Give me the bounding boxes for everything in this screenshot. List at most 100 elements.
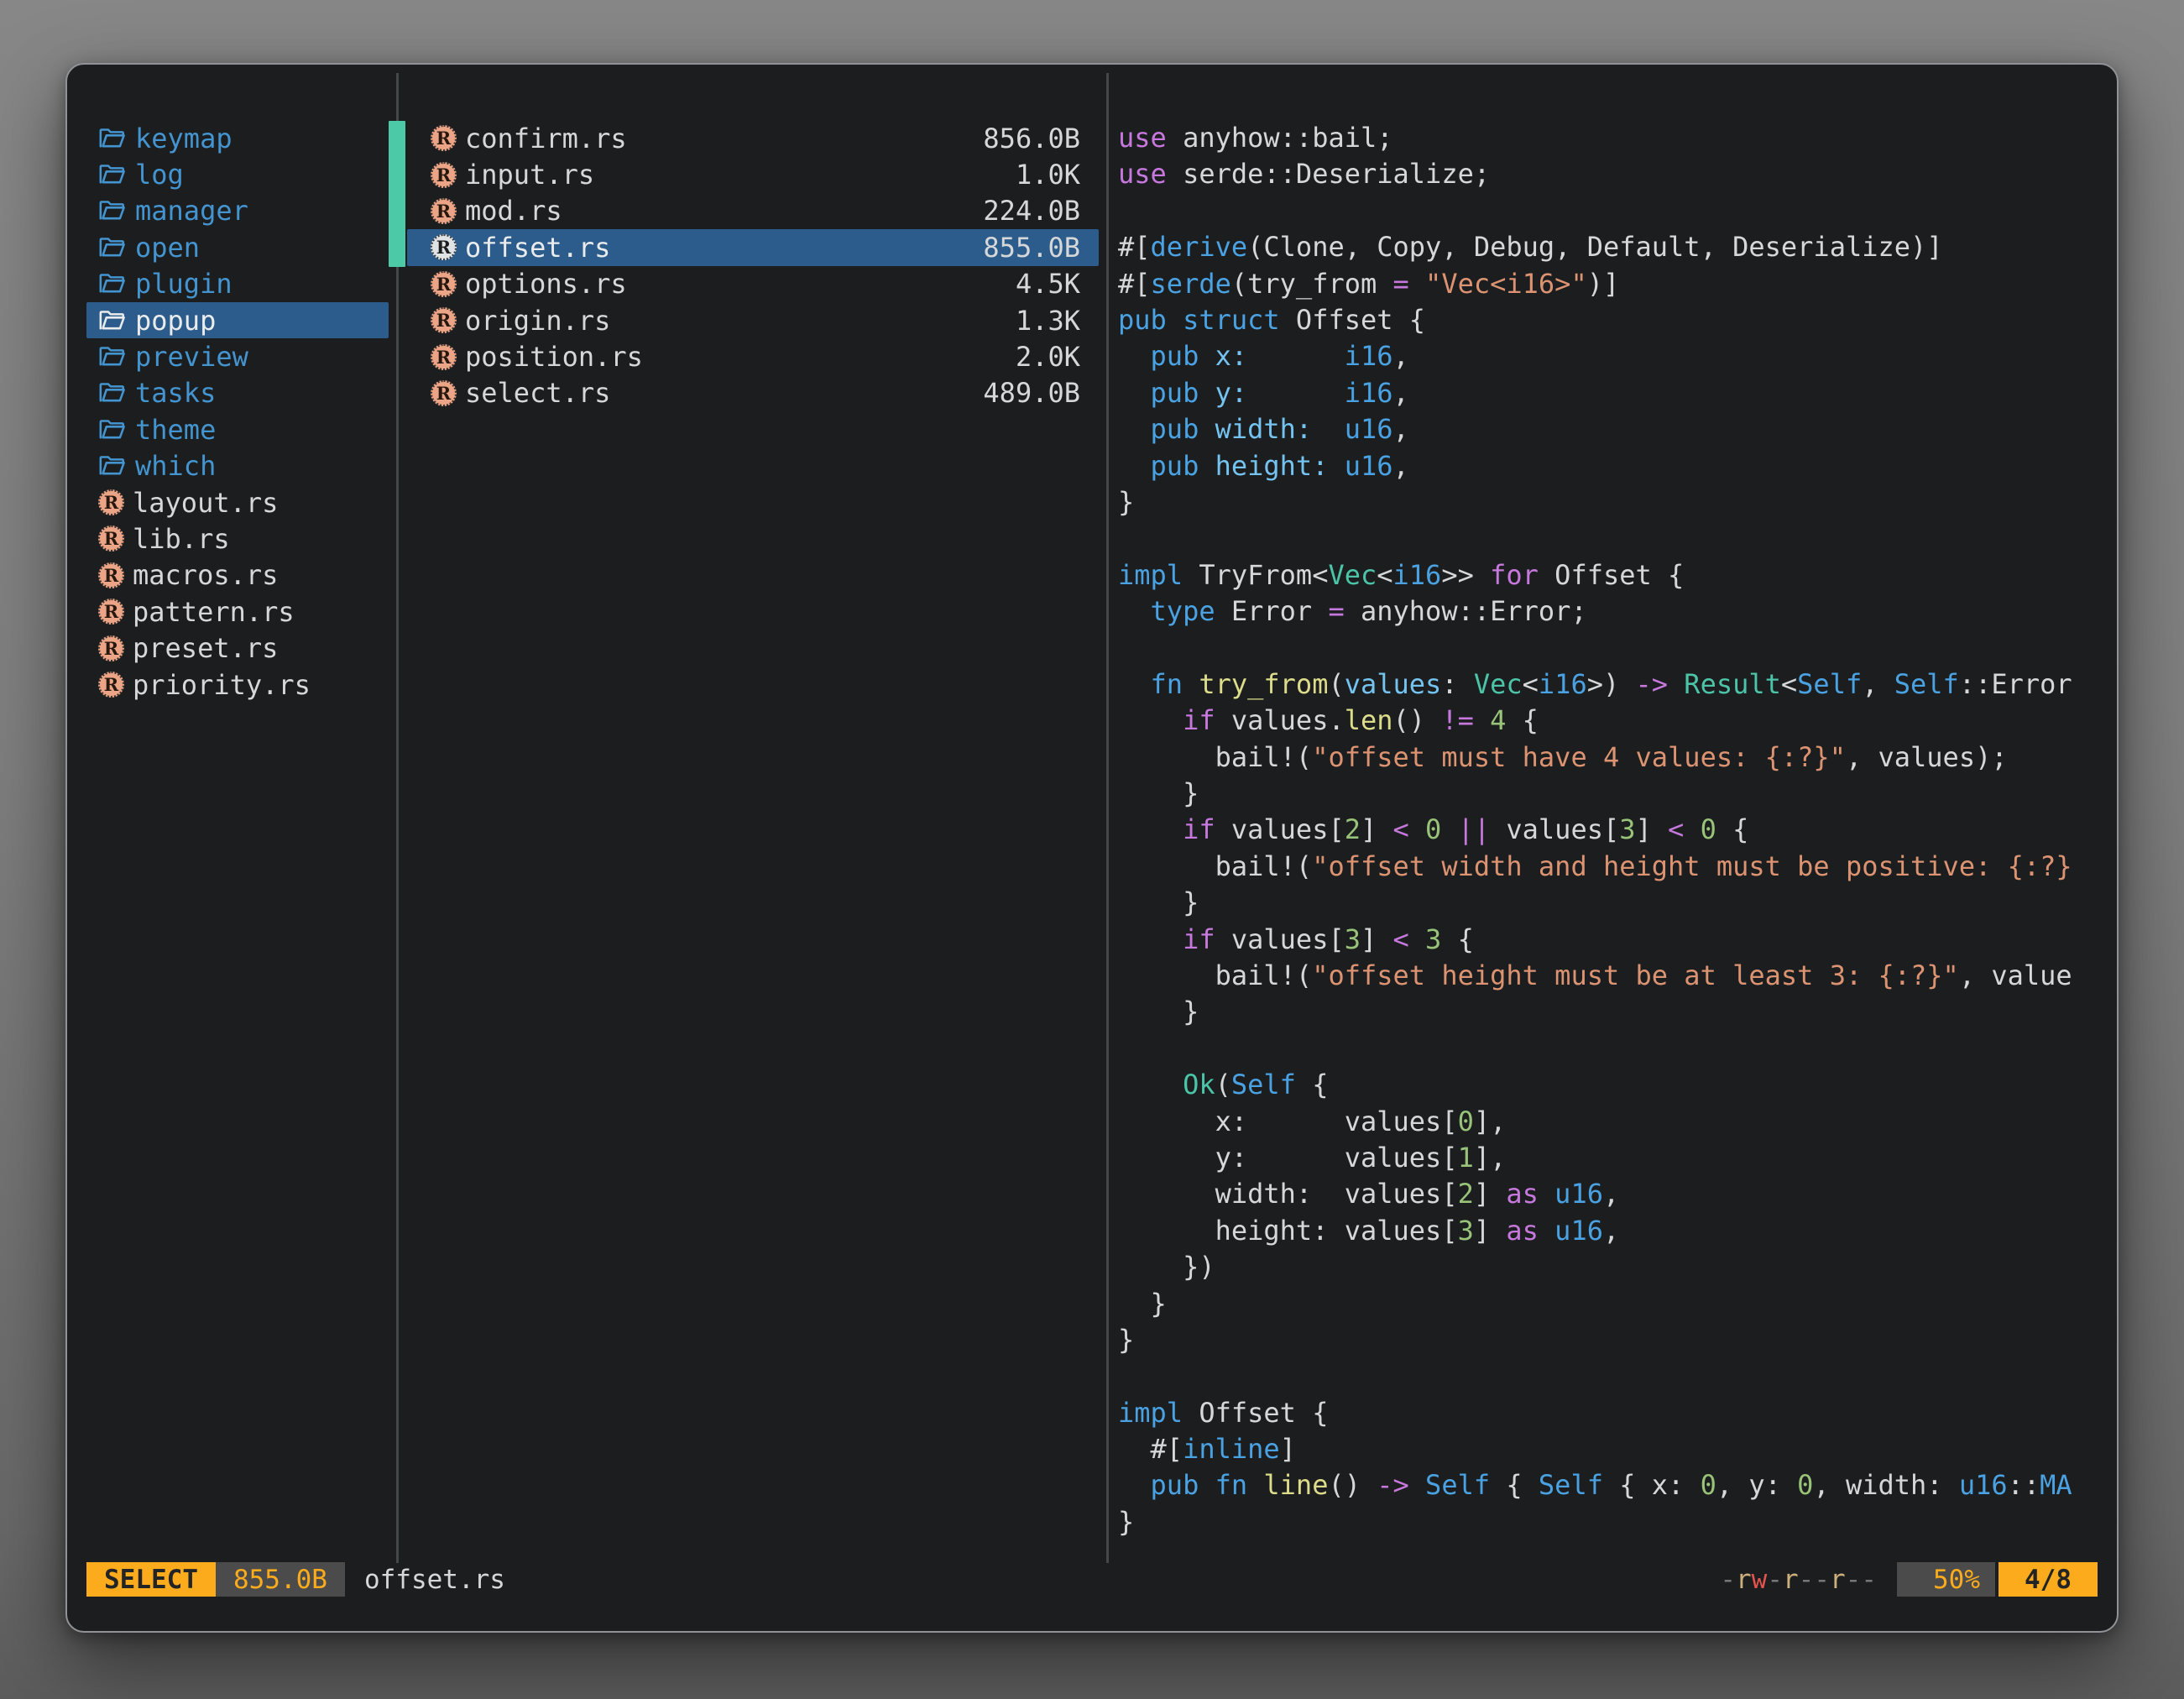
current-directory-pane: R confirm.rs 856.0B R input.rs 1.0K R mo…	[407, 120, 1099, 411]
code-line: x: values[0],	[1118, 1104, 2072, 1140]
open-folder-icon	[98, 126, 127, 151]
code-line: width: values[2] as u16,	[1118, 1176, 2072, 1212]
selected-file-item-offset-rs[interactable]: R offset.rs 855.0B	[407, 229, 1099, 265]
file-size-badge: 855.0B	[216, 1562, 345, 1597]
code-line: fn try_from(values: Vec<i16>) -> Result<…	[1118, 667, 2072, 703]
item-label: confirm.rs	[465, 123, 974, 154]
file-item-macros-rs[interactable]: R macros.rs	[86, 557, 389, 593]
folder-item-manager[interactable]: manager	[86, 193, 389, 229]
file-item-confirm-rs[interactable]: R confirm.rs 856.0B	[407, 120, 1099, 156]
item-label: origin.rs	[465, 305, 1007, 337]
code-line: pub fn line() -> Self { Self { x: 0, y: …	[1118, 1467, 2072, 1503]
open-folder-icon	[98, 380, 127, 405]
folder-item-open[interactable]: open	[86, 229, 389, 265]
scrollbar-thumb[interactable]	[389, 121, 405, 267]
rust-file-icon: R	[98, 562, 124, 588]
code-line: y: values[1],	[1118, 1140, 2072, 1176]
cursor-position-badge: 4/8	[1999, 1562, 2098, 1597]
rust-file-icon: R	[98, 599, 124, 625]
folder-item-preview[interactable]: preview	[86, 338, 389, 374]
pane-divider	[1106, 73, 1109, 1563]
code-line: impl TryFrom<Vec<i16>> for Offset {	[1118, 557, 2072, 593]
item-label: plugin	[135, 268, 389, 300]
file-item-select-rs[interactable]: R select.rs 489.0B	[407, 375, 1099, 411]
folder-item-theme[interactable]: theme	[86, 411, 389, 447]
rust-file-icon: R	[431, 307, 457, 333]
item-label: pattern.rs	[133, 596, 389, 628]
file-size: 2.0K	[1016, 341, 1080, 373]
folder-item-tasks[interactable]: tasks	[86, 375, 389, 411]
code-line	[1118, 1358, 2072, 1394]
folder-item-log[interactable]: log	[86, 156, 389, 192]
item-label: popup	[135, 305, 389, 337]
pane-divider	[396, 73, 399, 1563]
folder-item-plugin[interactable]: plugin	[86, 266, 389, 302]
code-line: }	[1118, 484, 2072, 520]
code-line: use anyhow::bail;	[1118, 120, 2072, 156]
open-folder-icon	[98, 162, 127, 187]
file-item-mod-rs[interactable]: R mod.rs 224.0B	[407, 193, 1099, 229]
file-item-position-rs[interactable]: R position.rs 2.0K	[407, 338, 1099, 374]
file-item-priority-rs[interactable]: R priority.rs	[86, 667, 389, 703]
code-line: #[inline]	[1118, 1431, 2072, 1467]
code-line: pub x: i16,	[1118, 338, 2072, 374]
folder-item-which[interactable]: which	[86, 448, 389, 484]
rust-file-icon: R	[431, 162, 457, 188]
item-label: tasks	[135, 377, 389, 409]
open-folder-icon	[98, 344, 127, 369]
code-line: impl Offset {	[1118, 1395, 2072, 1431]
folder-item-keymap[interactable]: keymap	[86, 120, 389, 156]
rust-file-icon: R	[431, 380, 457, 406]
file-item-options-rs[interactable]: R options.rs 4.5K	[407, 266, 1099, 302]
file-item-pattern-rs[interactable]: R pattern.rs	[86, 593, 389, 630]
item-label: mod.rs	[465, 195, 974, 227]
code-line: height: values[3] as u16,	[1118, 1213, 2072, 1249]
selected-folder-item-popup[interactable]: popup	[86, 302, 389, 338]
file-item-input-rs[interactable]: R input.rs 1.0K	[407, 156, 1099, 192]
code-line: use serde::Deserialize;	[1118, 156, 2072, 192]
file-size: 224.0B	[983, 195, 1080, 227]
item-label: lib.rs	[133, 523, 389, 555]
file-item-preset-rs[interactable]: R preset.rs	[86, 630, 389, 666]
item-label: preview	[135, 341, 389, 373]
item-label: open	[135, 232, 389, 264]
status-bar: SELECT 855.0B offset.rs -rw-r--r-- 50% 4…	[86, 1562, 2098, 1597]
item-label: priority.rs	[133, 669, 389, 701]
file-item-lib-rs[interactable]: R lib.rs	[86, 520, 389, 557]
open-folder-icon	[98, 271, 127, 296]
scroll-percent-badge: 50%	[1897, 1562, 1995, 1597]
rust-file-icon: R	[98, 672, 124, 698]
code-line: bail!("offset must have 4 values: {:?}",…	[1118, 740, 2072, 776]
file-size: 856.0B	[983, 123, 1080, 154]
code-line: pub struct Offset {	[1118, 302, 2072, 338]
open-folder-icon	[98, 308, 127, 333]
file-item-origin-rs[interactable]: R origin.rs 1.3K	[407, 302, 1099, 338]
item-label: preset.rs	[133, 632, 389, 664]
item-label: offset.rs	[465, 232, 974, 264]
item-label: macros.rs	[133, 559, 389, 591]
item-label: layout.rs	[133, 487, 389, 519]
item-label: theme	[135, 414, 389, 446]
rust-file-icon: R	[98, 635, 124, 661]
code-line: }	[1118, 1504, 2072, 1540]
item-label: position.rs	[465, 341, 1007, 373]
code-line: }	[1118, 1322, 2072, 1358]
item-label: manager	[135, 195, 389, 227]
code-line: })	[1118, 1249, 2072, 1285]
file-size: 489.0B	[983, 377, 1080, 409]
file-size: 1.0K	[1016, 159, 1080, 191]
code-line: }	[1118, 994, 2072, 1030]
item-label: keymap	[135, 123, 389, 154]
file-preview-pane[interactable]: use anyhow::bail;use serde::Deserialize;…	[1118, 120, 2072, 1540]
code-line: if values[3] < 3 {	[1118, 922, 2072, 958]
code-line: pub height: u16,	[1118, 448, 2072, 484]
item-label: input.rs	[465, 159, 1007, 191]
file-item-layout-rs[interactable]: R layout.rs	[86, 484, 389, 520]
code-line: pub y: i16,	[1118, 375, 2072, 411]
code-line: if values[2] < 0 || values[3] < 0 {	[1118, 812, 2072, 848]
code-line: bail!("offset width and height must be p…	[1118, 849, 2072, 885]
open-folder-icon	[98, 198, 127, 223]
code-line: }	[1118, 1286, 2072, 1322]
status-bar-right: -rw-r--r-- 50% 4/8	[1720, 1562, 2098, 1597]
code-line: }	[1118, 776, 2072, 812]
